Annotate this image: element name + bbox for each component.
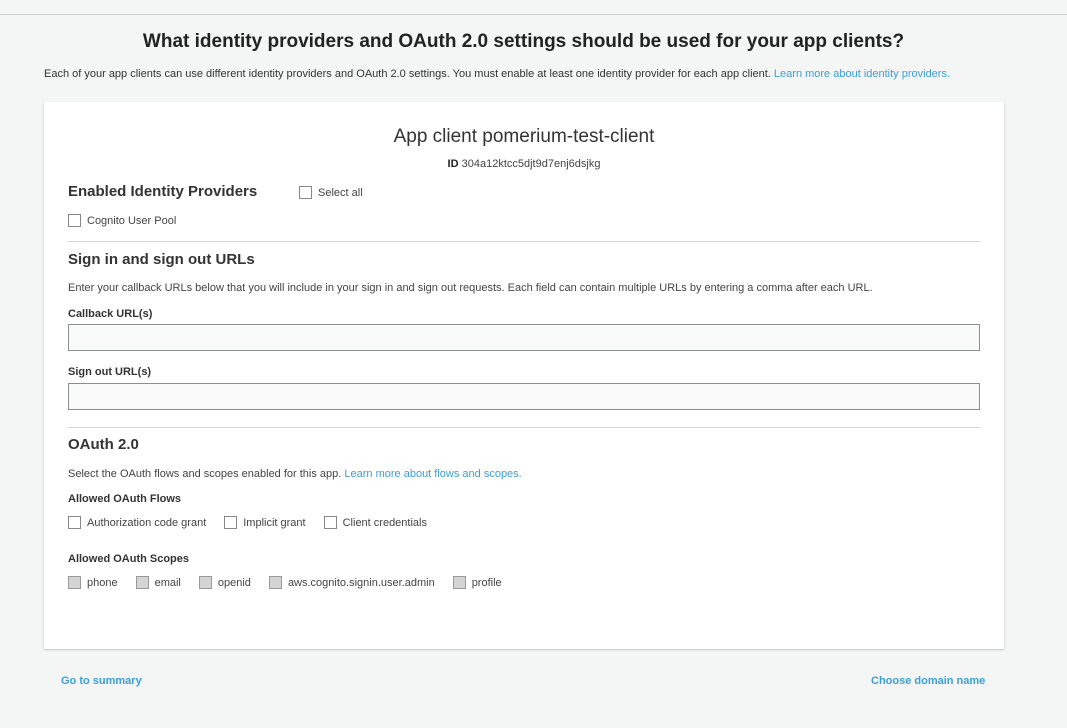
callback-url-input[interactable] [68,324,980,351]
checkbox-icon[interactable] [224,516,238,529]
scope-label: phone [87,576,118,589]
checkbox-icon[interactable] [452,576,466,589]
scope-email-checkbox[interactable]: email [135,576,181,589]
scope-profile-checkbox[interactable]: profile [452,576,502,589]
checkbox-icon[interactable] [68,516,81,529]
oauth-description: Select the OAuth flows and scopes enable… [68,468,522,480]
section-divider [68,427,980,428]
checkbox-icon[interactable] [268,576,282,589]
app-client-id-value: 304a12ktcc5djt9d7enj6dsjkg [461,158,601,170]
urls-description: Enter your callback URLs below that you … [68,282,873,294]
app-client-id-label: ID [447,158,459,170]
flow-client-credentials-checkbox[interactable]: Client credentials [323,516,427,529]
learn-more-flows-link[interactable]: Learn more about flows and scopes. [344,468,521,480]
checkbox-icon[interactable] [68,576,81,589]
select-all-checkbox[interactable]: Select all [299,186,363,199]
flow-label: Implicit grant [243,516,306,529]
cognito-user-pool-checkbox[interactable]: Cognito User Pool [68,214,176,227]
checkbox-icon[interactable] [68,214,81,227]
scope-label: openid [217,576,251,589]
intro-description: Each of your app clients can use differe… [44,68,774,80]
app-client-id: ID 304a12ktcc5djt9d7enj6dsjkg [44,158,1004,170]
checkbox-icon[interactable] [198,576,212,589]
scope-phone-checkbox[interactable]: phone [68,576,118,589]
oauth-heading: OAuth 2.0 [68,436,139,453]
top-divider [0,14,1067,15]
flow-label: Client credentials [342,516,427,529]
flow-authorization-code-checkbox[interactable]: Authorization code grant [68,516,206,529]
oauth-flows-list: Authorization code grant Implicit grant … [68,516,427,529]
flow-implicit-grant-checkbox[interactable]: Implicit grant [224,516,306,529]
scope-label: aws.cognito.signin.user.admin [287,576,435,589]
cognito-user-pool-label: Cognito User Pool [87,214,177,227]
scope-label: email [154,576,181,589]
oauth-description-text: Select the OAuth flows and scopes enable… [68,468,345,480]
checkbox-icon[interactable] [323,516,337,529]
scope-label: profile [471,576,502,589]
identity-providers-heading: Enabled Identity Providers [68,183,258,200]
choose-domain-name-link[interactable]: Choose domain name [871,675,985,687]
oauth-flows-label: Allowed OAuth Flows [68,493,182,505]
signout-url-input[interactable] [68,383,980,410]
signout-url-label: Sign out URL(s) [68,366,152,378]
select-all-toggle[interactable]: Select all [299,186,363,199]
oauth-scopes-list: phone email openid aws.cognito.signin.us… [68,576,502,589]
scope-openid-checkbox[interactable]: openid [198,576,251,589]
flow-label: Authorization code grant [87,516,207,529]
app-client-card: App client pomerium-test-client ID 304a1… [44,102,1004,649]
urls-heading: Sign in and sign out URLs [68,251,255,268]
callback-url-label: Callback URL(s) [68,308,153,320]
app-client-title: App client pomerium-test-client [393,126,655,147]
section-divider [68,241,980,242]
checkbox-icon[interactable] [135,576,149,589]
learn-more-identity-providers-link[interactable]: Learn more about identity providers. [774,68,950,80]
go-to-summary-link[interactable]: Go to summary [61,675,142,687]
oauth-scopes-label: Allowed OAuth Scopes [68,553,190,565]
page-title: What identity providers and OAuth 2.0 se… [142,31,905,52]
scope-aws-cognito-admin-checkbox[interactable]: aws.cognito.signin.user.admin [268,576,435,589]
identity-provider-list: Cognito User Pool [68,214,176,227]
select-all-label: Select all [318,186,363,199]
checkbox-icon[interactable] [299,186,312,199]
intro-text: Each of your app clients can use differe… [44,68,950,80]
